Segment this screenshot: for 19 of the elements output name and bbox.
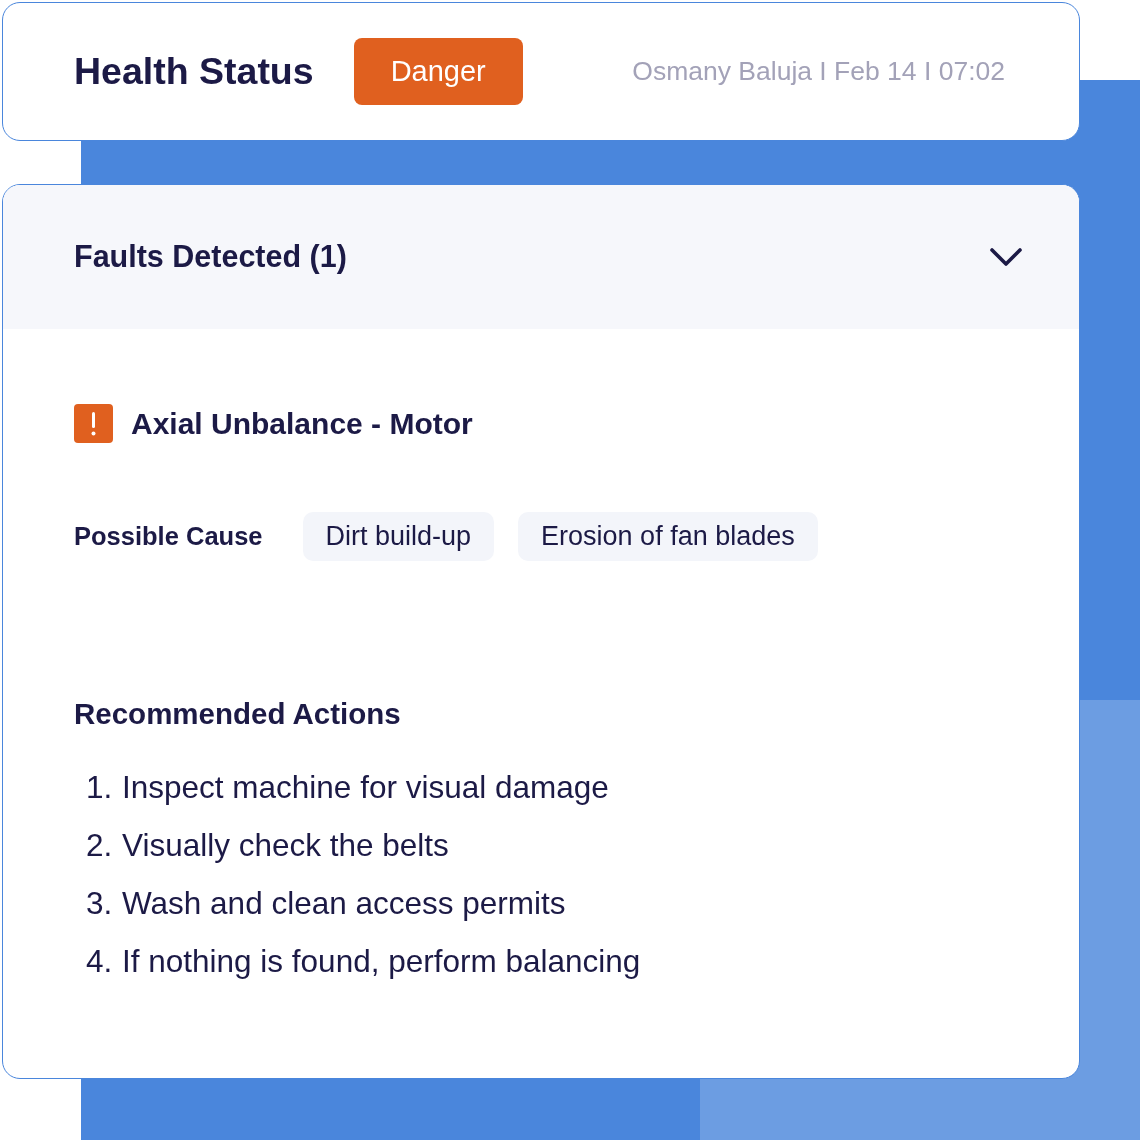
action-text: Wash and clean access permits [122, 885, 566, 921]
cause-tag: Erosion of fan blades [518, 512, 818, 561]
list-number: 1. [86, 768, 114, 807]
list-number: 3. [86, 884, 114, 923]
fault-title: Axial Unbalance - Motor [131, 406, 473, 442]
action-text: Visually check the belts [122, 827, 449, 863]
section-heading: Recommended Actions [74, 697, 401, 731]
cause-tag: Dirt build-up [302, 512, 495, 561]
section-title: Faults Detected (1) [74, 238, 347, 276]
status-badge: Danger [353, 38, 523, 105]
accordion-header[interactable]: Faults Detected (1) [3, 185, 1079, 329]
chevron-icon[interactable] [989, 247, 1023, 267]
list-number: 4. [86, 942, 114, 981]
list-number: 2. [86, 826, 114, 865]
field-label: Possible Cause [74, 521, 263, 553]
author-date-time: Osmany Baluja I Feb 14 I 07:02 [632, 54, 1005, 88]
action-text: Inspect machine for visual damage [122, 769, 609, 805]
card-title: Health Status [74, 49, 314, 95]
action-text: If nothing is found, perform balancing [122, 943, 641, 979]
